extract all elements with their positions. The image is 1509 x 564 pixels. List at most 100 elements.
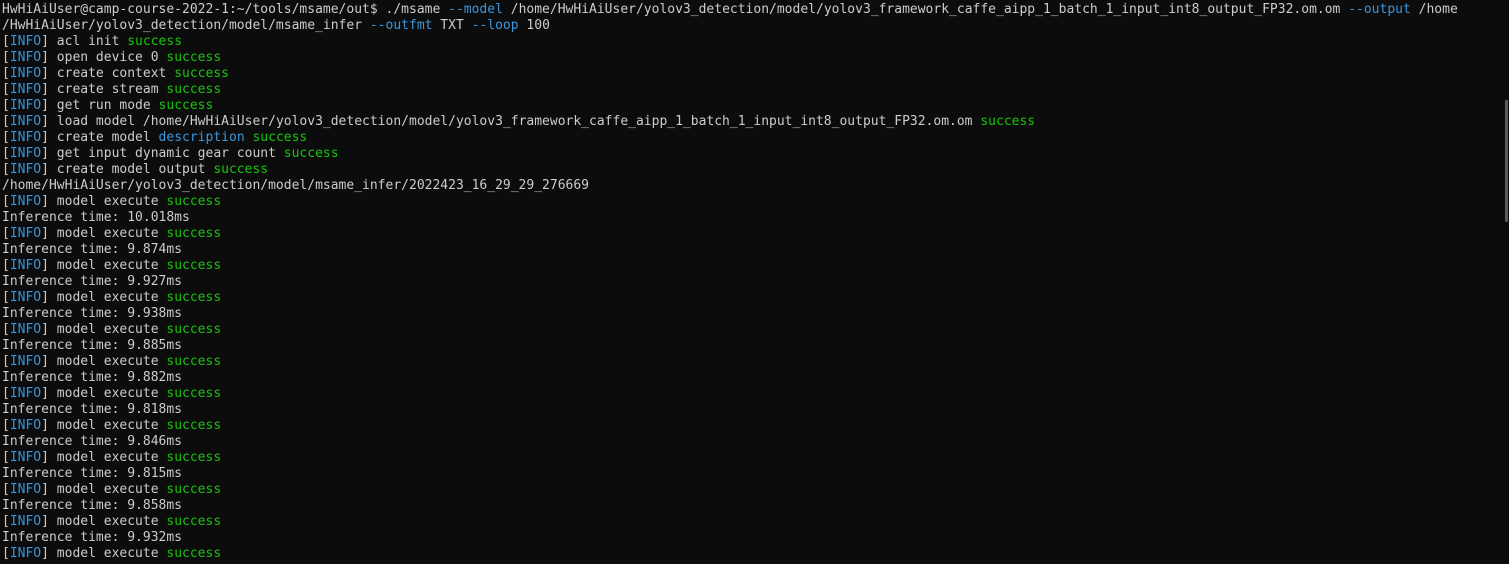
terminal-line: [INFO] load model /home/HwHiAiUser/yolov… bbox=[2, 114, 1503, 130]
terminal-line: [INFO] get run mode success bbox=[2, 98, 1503, 114]
log-level-tag: INFO bbox=[9, 82, 42, 97]
output-text: ] model execute bbox=[41, 354, 167, 369]
output-text: /home/HwHiAiUser/yolov3_detection/model/… bbox=[502, 2, 1349, 17]
log-level-tag: INFO bbox=[9, 482, 42, 497]
terminal-line: Inference time: 9.932ms bbox=[2, 530, 1503, 546]
output-text: ] acl init bbox=[41, 34, 128, 49]
output-text: [ bbox=[2, 482, 10, 497]
log-level-tag: description bbox=[158, 130, 245, 145]
log-level-tag: INFO bbox=[9, 34, 42, 49]
status-success: success bbox=[166, 546, 222, 561]
output-text: [ bbox=[2, 226, 10, 241]
output-text: ] model execute bbox=[41, 226, 167, 241]
status-success: success bbox=[166, 50, 222, 65]
status-success: success bbox=[166, 514, 222, 529]
terminal-scrollbar[interactable] bbox=[1503, 0, 1509, 564]
terminal-line: Inference time: 9.858ms bbox=[2, 498, 1503, 514]
output-text: ] get run mode bbox=[41, 98, 159, 113]
terminal-line: [INFO] model execute success bbox=[2, 194, 1503, 210]
terminal-line: [INFO] acl init success bbox=[2, 34, 1503, 50]
output-text: [ bbox=[2, 66, 10, 81]
log-level-tag: INFO bbox=[9, 546, 42, 561]
output-text: /HwHiAiUser/yolov3_detection/model/msame… bbox=[2, 18, 370, 33]
output-text: [ bbox=[2, 418, 10, 433]
log-level-tag: INFO bbox=[9, 50, 42, 65]
output-text: ] create context bbox=[41, 66, 175, 81]
log-level-tag: INFO bbox=[9, 146, 42, 161]
terminal-line: [INFO] model execute success bbox=[2, 482, 1503, 498]
terminal-output: HwHiAiUser@camp-course-2022-1:~/tools/ms… bbox=[2, 2, 1503, 562]
terminal-window[interactable]: HwHiAiUser@camp-course-2022-1:~/tools/ms… bbox=[0, 0, 1509, 564]
terminal-line: Inference time: 10.018ms bbox=[2, 210, 1503, 226]
status-success: success bbox=[166, 354, 222, 369]
output-text: [ bbox=[2, 162, 10, 177]
terminal-line: [INFO] model execute success bbox=[2, 450, 1503, 466]
log-level-tag: INFO bbox=[9, 354, 42, 369]
terminal-line: [INFO] model execute success bbox=[2, 322, 1503, 338]
output-text: /home bbox=[1410, 2, 1458, 17]
log-level-tag: INFO bbox=[9, 418, 42, 433]
terminal-line: [INFO] model execute success bbox=[2, 258, 1503, 274]
terminal-line: /HwHiAiUser/yolov3_detection/model/msame… bbox=[2, 18, 1503, 34]
status-success: success bbox=[166, 482, 222, 497]
terminal-line: Inference time: 9.818ms bbox=[2, 402, 1503, 418]
output-text: 100 bbox=[518, 18, 550, 33]
terminal-line: [INFO] model execute success bbox=[2, 354, 1503, 370]
output-text: [ bbox=[2, 34, 10, 49]
output-text: [ bbox=[2, 50, 10, 65]
output-text: ] model execute bbox=[41, 482, 167, 497]
terminal-line: HwHiAiUser@camp-course-2022-1:~/tools/ms… bbox=[2, 2, 1503, 18]
output-text: ] model execute bbox=[41, 290, 167, 305]
output-text: [ bbox=[2, 146, 10, 161]
status-success: success bbox=[166, 82, 222, 97]
output-text: ] create stream bbox=[41, 82, 167, 97]
output-text: ] model execute bbox=[41, 418, 167, 433]
output-text: [ bbox=[2, 82, 10, 97]
log-level-tag: INFO bbox=[9, 98, 42, 113]
output-text: [ bbox=[2, 114, 10, 129]
log-level-tag: INFO bbox=[9, 514, 42, 529]
scrollbar-thumb[interactable] bbox=[1505, 100, 1508, 222]
terminal-line: [INFO] model execute success bbox=[2, 546, 1503, 562]
log-level-tag: INFO bbox=[9, 130, 42, 145]
output-text: Inference time: 9.818ms bbox=[2, 402, 183, 417]
log-level-tag: INFO bbox=[9, 162, 42, 177]
terminal-line: Inference time: 9.874ms bbox=[2, 242, 1503, 258]
status-success: success bbox=[252, 130, 308, 145]
terminal-line: /home/HwHiAiUser/yolov3_detection/model/… bbox=[2, 178, 1503, 194]
output-text: HwHiAiUser@camp-course-2022-1:~/tools/ms… bbox=[2, 2, 449, 17]
log-level-tag: INFO bbox=[9, 66, 42, 81]
output-text: Inference time: 9.882ms bbox=[2, 370, 183, 385]
terminal-line: Inference time: 9.927ms bbox=[2, 274, 1503, 290]
output-text: [ bbox=[2, 546, 10, 561]
output-text: Inference time: 9.815ms bbox=[2, 466, 183, 481]
status-success: success bbox=[213, 162, 269, 177]
log-level-tag: INFO bbox=[9, 258, 42, 273]
log-level-tag: INFO bbox=[9, 322, 42, 337]
output-text: Inference time: 9.927ms bbox=[2, 274, 183, 289]
terminal-line: [INFO] model execute success bbox=[2, 418, 1503, 434]
output-text: [ bbox=[2, 98, 10, 113]
terminal-line: [INFO] create model description success bbox=[2, 130, 1503, 146]
command-option: --output bbox=[1348, 2, 1411, 17]
status-success: success bbox=[166, 418, 222, 433]
output-text: ] model execute bbox=[41, 322, 167, 337]
log-level-tag: INFO bbox=[9, 290, 42, 305]
output-text: ] model execute bbox=[41, 194, 167, 209]
status-success: success bbox=[166, 194, 222, 209]
output-text: ] model execute bbox=[41, 514, 167, 529]
status-success: success bbox=[166, 258, 222, 273]
output-text: [ bbox=[2, 130, 10, 145]
output-text: ] load model /home/HwHiAiUser/yolov3_det… bbox=[41, 114, 981, 129]
output-text: ] model execute bbox=[41, 258, 167, 273]
terminal-line: [INFO] model execute success bbox=[2, 386, 1503, 402]
output-text: [ bbox=[2, 354, 10, 369]
log-level-tag: INFO bbox=[9, 226, 42, 241]
output-text: Inference time: 9.932ms bbox=[2, 530, 183, 545]
output-text: ] model execute bbox=[41, 386, 167, 401]
status-success: success bbox=[166, 226, 222, 241]
terminal-line: Inference time: 9.882ms bbox=[2, 370, 1503, 386]
output-text: [ bbox=[2, 194, 10, 209]
output-text: /home/HwHiAiUser/yolov3_detection/model/… bbox=[2, 178, 589, 193]
terminal-line: Inference time: 9.938ms bbox=[2, 306, 1503, 322]
